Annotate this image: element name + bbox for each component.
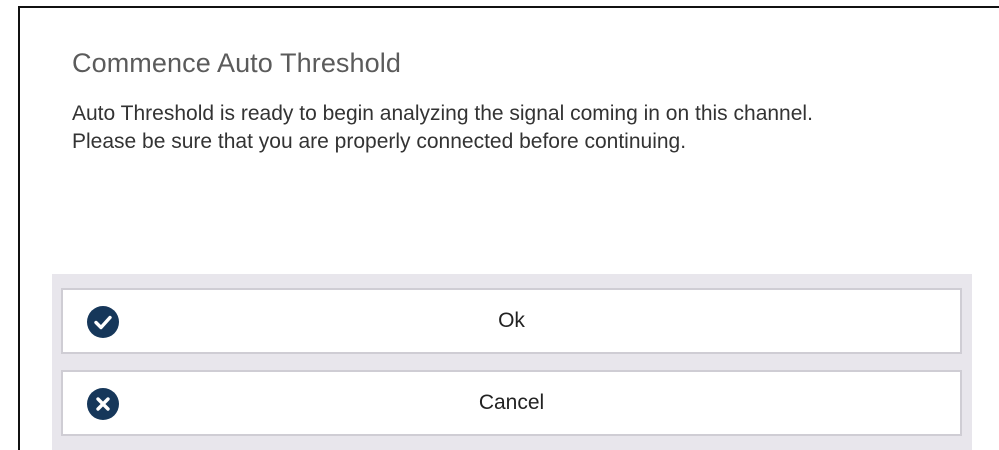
dialog-actions: Ok Cancel (52, 274, 972, 450)
dialog-message: Auto Threshold is ready to begin analyzi… (72, 100, 972, 156)
dialog-message-line-2: Please be sure that you are properly con… (72, 130, 687, 153)
dialog-window: Commence Auto Threshold Auto Threshold i… (0, 0, 999, 450)
dialog-message-line-1: Auto Threshold is ready to begin analyzi… (72, 102, 813, 125)
ok-button-label: Ok (498, 309, 525, 332)
dialog-title: Commence Auto Threshold (72, 48, 401, 78)
cancel-button[interactable]: Cancel (61, 370, 962, 436)
ok-button[interactable]: Ok (61, 288, 962, 354)
dialog-border-left (18, 6, 20, 450)
dialog-border-top (18, 6, 999, 8)
cancel-button-label: Cancel (478, 391, 545, 414)
